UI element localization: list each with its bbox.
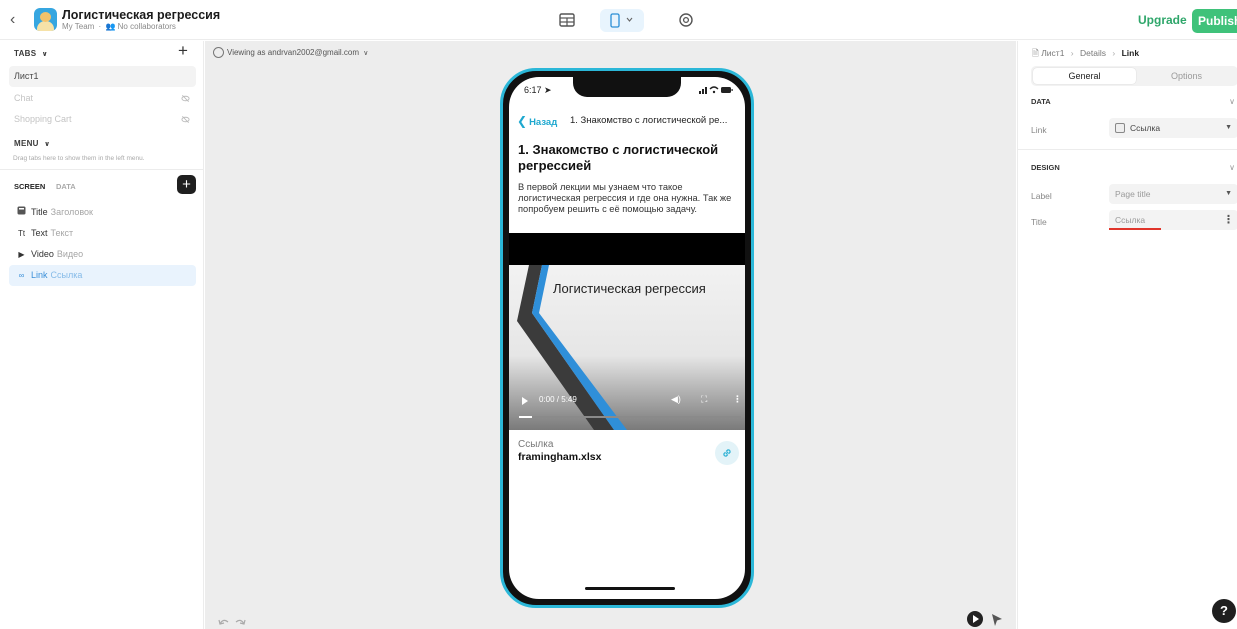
tabs-section-header[interactable]: TABS ∨ xyxy=(14,49,48,58)
component-item-title[interactable]: Title Заголовок xyxy=(9,202,196,223)
app-icon xyxy=(34,8,57,31)
canvas: Viewing as andrvan2002@gmail.com ∨ 6:17 … xyxy=(205,41,1016,629)
component-item-link[interactable]: ∞ Link Ссылка xyxy=(9,265,196,286)
chevron-down-icon[interactable]: ∨ xyxy=(1229,163,1235,172)
tab-item-list1[interactable]: Лист1 xyxy=(9,66,196,87)
video-progress-track[interactable] xyxy=(519,416,741,418)
left-panel: TABS ∨ + Лист1 Chat Shopping Cart MENU ∨… xyxy=(0,41,204,629)
collaborators-text: No collaborators xyxy=(117,22,176,31)
component-item-text[interactable]: Tt Text Текст xyxy=(9,223,196,244)
chevron-down-icon: ∨ xyxy=(44,141,51,148)
screen-title: 1. Знакомство с логистической регрессией xyxy=(518,142,719,173)
more-vertical-icon[interactable]: ⋮ xyxy=(733,394,742,405)
preview-play-icon[interactable] xyxy=(967,611,983,627)
add-component-button[interactable]: + xyxy=(177,175,196,194)
phone-notch xyxy=(573,77,681,97)
back-icon[interactable]: ‹ xyxy=(10,11,26,29)
chevron-left-icon: ❮ xyxy=(517,114,528,128)
chevron-down-icon: ∨ xyxy=(363,50,369,57)
home-indicator xyxy=(585,587,675,590)
video-frame: Логистическая регрессия 0:00 / 5:49 ◀) ⛶… xyxy=(509,265,745,430)
viewing-as-selector[interactable]: Viewing as andrvan2002@gmail.com ∨ xyxy=(213,47,368,58)
data-section-header[interactable]: DATA xyxy=(1031,97,1051,106)
app-subtitle: My Team · 👥 No collaborators xyxy=(62,22,176,31)
play-icon[interactable] xyxy=(522,397,528,405)
add-tab-icon[interactable]: + xyxy=(178,41,188,61)
status-icons xyxy=(699,86,733,94)
status-time: 6:17 ➤ xyxy=(524,85,552,95)
nav-title: 1. Знакомство с логистической ре... xyxy=(570,115,728,126)
data-editor-icon[interactable] xyxy=(558,11,576,29)
dropdown-arrow-icon: ▼ xyxy=(1225,124,1232,131)
screen-text: В первой лекции мы узнаем что такое логи… xyxy=(518,182,732,214)
divider xyxy=(1018,149,1237,150)
label-prop-label: Label xyxy=(1031,191,1052,201)
nav-back-button[interactable]: ❮ Назад xyxy=(517,114,557,128)
link-label: Ссылка xyxy=(518,439,554,450)
collaborators-icon: 👥 xyxy=(105,22,116,31)
link-prop-label: Link xyxy=(1031,125,1047,135)
fullscreen-icon[interactable]: ⛶ xyxy=(701,394,707,405)
chevron-down-icon: ∨ xyxy=(41,51,48,58)
video-time: 0:00 / 5:49 xyxy=(539,395,577,404)
phone-preview: 6:17 ➤ ❮ Назад 1. Знакомство с логистичес… xyxy=(500,68,754,608)
eye-off-icon[interactable] xyxy=(181,94,190,103)
tab-item-shopping-cart[interactable]: Shopping Cart xyxy=(9,109,196,130)
link-open-button[interactable] xyxy=(715,441,739,465)
title-icon xyxy=(16,202,27,223)
video-progress-fill xyxy=(519,416,533,418)
volume-icon[interactable]: ◀) xyxy=(671,394,681,405)
cursor-icon[interactable] xyxy=(991,613,1003,627)
app-title: Логистическая регрессия xyxy=(62,8,221,22)
divider xyxy=(0,169,204,170)
undo-redo-icons[interactable] xyxy=(217,616,247,628)
chevron-down-icon[interactable]: ∨ xyxy=(1229,97,1235,106)
title-field[interactable]: Ссылка ⋮ xyxy=(1109,210,1237,230)
publish-button[interactable]: Publish xyxy=(1192,9,1237,33)
link-icon: ∞ xyxy=(18,271,25,280)
segmented-control: General Options xyxy=(1031,66,1237,86)
tab-data[interactable]: DATA xyxy=(56,182,76,191)
device-preview-button[interactable] xyxy=(600,9,644,32)
tab-screen[interactable]: SCREEN xyxy=(14,182,45,191)
chevron-down-icon xyxy=(626,17,633,22)
phone-icon xyxy=(610,13,620,28)
breadcrumb-current: Link xyxy=(1121,48,1140,58)
menu-hint: Drag tabs here to show them in the left … xyxy=(13,155,145,162)
link-source-select[interactable]: Ссылка ▼ xyxy=(1109,118,1237,138)
tab-item-chat[interactable]: Chat xyxy=(9,88,196,109)
video-player[interactable]: Логистическая регрессия 0:00 / 5:49 ◀) ⛶… xyxy=(509,233,745,430)
label-select[interactable]: Page title ▼ xyxy=(1109,184,1237,204)
breadcrumb-item[interactable]: Details xyxy=(1080,48,1106,58)
team-name: My Team xyxy=(62,22,95,31)
video-controls: 0:00 / 5:49 ◀) ⛶ ⋮ xyxy=(509,389,745,430)
tab-general[interactable]: General xyxy=(1033,68,1136,84)
link-icon xyxy=(723,449,731,457)
menu-section-header[interactable]: MENU ∨ xyxy=(14,139,50,148)
file-icon xyxy=(1115,123,1125,133)
more-vertical-icon[interactable]: ⋮ xyxy=(1223,210,1234,230)
breadcrumb-item[interactable]: Лист1 xyxy=(1041,48,1064,58)
sheet-icon: 🗎 xyxy=(1032,48,1039,58)
title-prop-label: Title xyxy=(1031,217,1047,227)
spell-underline xyxy=(1109,228,1161,230)
eye-off-icon[interactable] xyxy=(181,115,190,124)
tab-options[interactable]: Options xyxy=(1135,68,1237,84)
help-button[interactable]: ? xyxy=(1212,599,1236,623)
top-bar: ‹ Логистическая регрессия My Team · 👥 No… xyxy=(0,0,1237,40)
video-caption: Логистическая регрессия xyxy=(553,281,706,296)
component-item-video[interactable]: ▶ Video Видео xyxy=(9,244,196,265)
settings-icon[interactable] xyxy=(677,11,695,29)
video-icon: ▶ xyxy=(18,250,25,259)
text-icon: Tt xyxy=(17,229,26,238)
user-icon xyxy=(213,47,224,58)
right-panel: 🗎 Лист1 › Details › Link General Options… xyxy=(1017,41,1237,629)
upgrade-button[interactable]: Upgrade xyxy=(1138,13,1187,27)
link-file[interactable]: framingham.xlsx xyxy=(518,451,601,463)
breadcrumb: 🗎 Лист1 › Details › Link xyxy=(1032,48,1140,58)
phone-screen: 6:17 ➤ ❮ Назад 1. Знакомство с логистичес… xyxy=(509,77,745,599)
design-section-header[interactable]: DESIGN xyxy=(1031,163,1060,172)
dropdown-arrow-icon: ▼ xyxy=(1225,190,1232,197)
